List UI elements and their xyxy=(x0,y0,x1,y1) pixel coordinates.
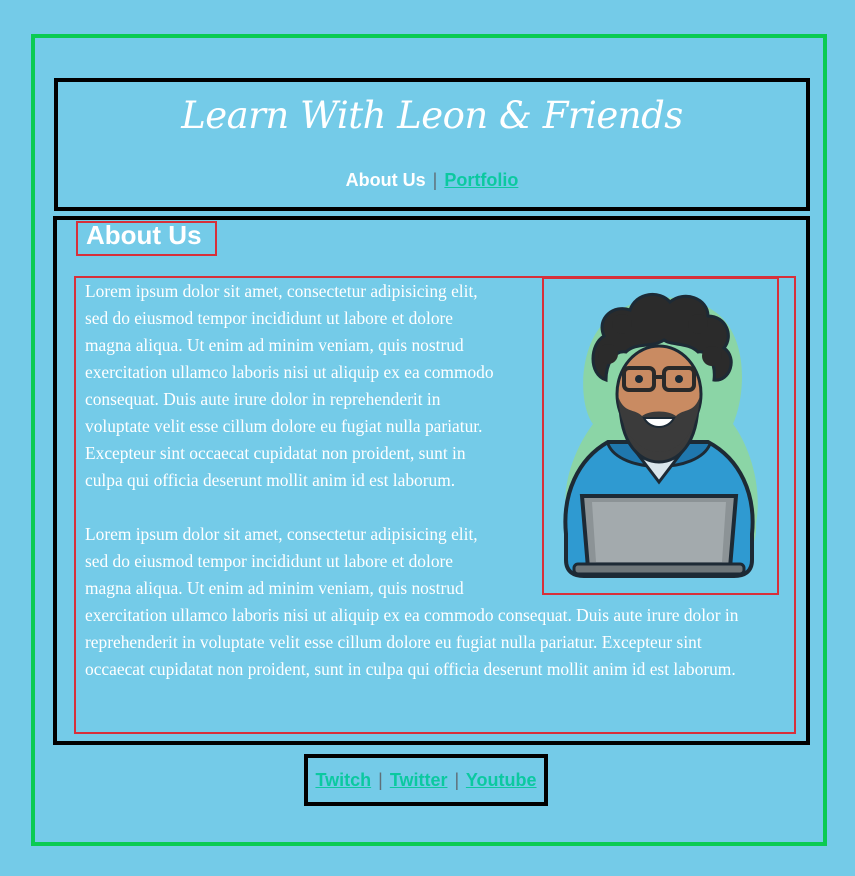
footer-link-twitter[interactable]: Twitter xyxy=(390,770,448,790)
footer-separator: | xyxy=(454,770,460,790)
site-header: Learn With Leon & Friends About Us | Por… xyxy=(54,78,810,211)
nav-separator: | xyxy=(432,170,438,190)
main-nav: About Us | Portfolio xyxy=(58,170,806,191)
site-footer: Twitch | Twitter | Youtube xyxy=(304,754,548,806)
nav-about-us[interactable]: About Us xyxy=(346,170,426,190)
footer-link-youtube[interactable]: Youtube xyxy=(466,770,537,790)
footer-separator: | xyxy=(378,770,383,790)
nav-portfolio-link[interactable]: Portfolio xyxy=(444,170,518,190)
footer-link-twitch[interactable]: Twitch xyxy=(315,770,371,790)
site-title: Learn With Leon & Friends xyxy=(181,94,683,137)
developer-avatar-illustration xyxy=(563,293,758,578)
about-heading: About Us xyxy=(86,220,202,250)
